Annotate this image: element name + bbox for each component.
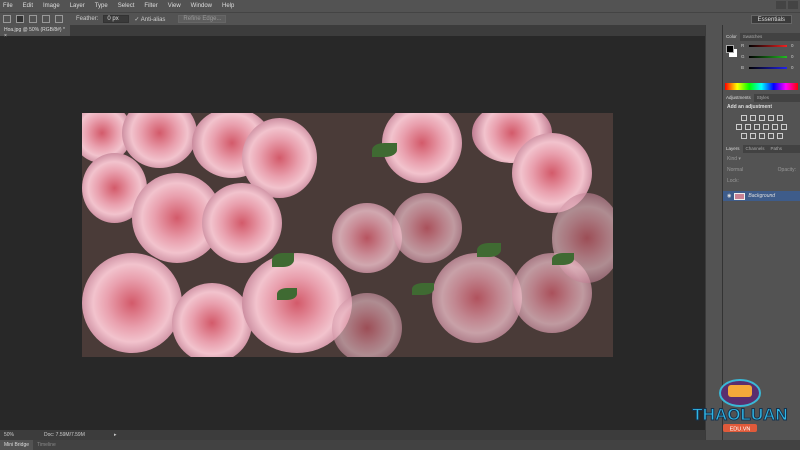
gradient-map-icon[interactable] — [767, 133, 774, 139]
document-tab[interactable]: Hoa.jpg @ 50% (RGB/8#) * × — [0, 25, 70, 39]
restore-button[interactable] — [788, 1, 798, 9]
vibrance-icon[interactable] — [776, 115, 783, 121]
menu-file[interactable]: File — [3, 3, 13, 9]
svg-text:EDU.VN: EDU.VN — [730, 427, 751, 433]
layer-name: Background — [748, 193, 776, 199]
menu-filter[interactable]: Filter — [144, 3, 157, 9]
selective-color-icon[interactable] — [776, 133, 783, 139]
antialias-checkbox[interactable]: ✓ Anti-alias — [134, 16, 165, 23]
add-selection-icon[interactable] — [29, 15, 37, 23]
status-arrow-icon[interactable]: ▸ — [114, 432, 117, 438]
threshold-icon[interactable] — [758, 133, 765, 139]
channel-r-label: R — [741, 43, 745, 48]
tab-layers[interactable]: Layers — [723, 145, 743, 153]
channel-b-label: B — [741, 65, 745, 70]
color-balance-icon[interactable] — [745, 124, 751, 130]
menu-window[interactable]: Window — [191, 3, 212, 9]
minimize-button[interactable] — [776, 1, 786, 9]
feather-input[interactable]: 0 px — [103, 15, 130, 23]
menu-bar: File Edit Image Layer Type Select Filter… — [0, 0, 800, 12]
color-panel-tabs: Color Swatches — [723, 33, 800, 41]
tab-mini-bridge[interactable]: Mini Bridge — [0, 440, 34, 450]
posterize-icon[interactable] — [749, 133, 756, 139]
feather-label: Feather: — [76, 16, 99, 22]
color-spectrum[interactable] — [725, 83, 798, 90]
black-white-icon[interactable] — [754, 124, 760, 130]
color-lookup-icon[interactable] — [781, 124, 787, 130]
adjustment-icons-row-2 — [723, 124, 800, 130]
g-slider[interactable] — [749, 56, 787, 58]
layers-tabs: Layers Channels Paths — [723, 145, 800, 153]
b-slider[interactable] — [749, 67, 787, 69]
channel-mixer-icon[interactable] — [772, 124, 778, 130]
r-slider[interactable] — [749, 45, 787, 47]
new-selection-icon[interactable] — [16, 15, 24, 23]
tab-swatches[interactable]: Swatches — [740, 33, 766, 41]
zoom-level[interactable]: 50% — [4, 432, 14, 438]
invert-icon[interactable] — [740, 133, 747, 139]
hue-saturation-icon[interactable] — [736, 124, 742, 130]
tab-channels[interactable]: Channels — [743, 145, 768, 153]
layer-thumbnail — [734, 192, 746, 200]
tab-paths[interactable]: Paths — [768, 145, 786, 153]
curves-icon[interactable] — [758, 115, 765, 121]
brightness-icon[interactable] — [740, 115, 747, 121]
menu-select[interactable]: Select — [118, 3, 135, 9]
refine-edge-button[interactable]: Refine Edge... — [178, 15, 227, 23]
doc-size[interactable]: Doc: 7.59M/7.59M — [44, 432, 104, 438]
exposure-icon[interactable] — [767, 115, 774, 121]
adjustment-icons-row-1 — [723, 115, 800, 121]
b-value[interactable]: 0 — [791, 65, 794, 70]
window-controls — [776, 1, 798, 9]
photo-filter-icon[interactable] — [763, 124, 769, 130]
blend-row: Normal Opacity: — [723, 165, 800, 175]
kind-label: Kind — [727, 156, 738, 162]
close-icon[interactable]: × — [4, 33, 7, 39]
menu-image[interactable]: Image — [43, 3, 60, 9]
tab-timeline[interactable]: Timeline — [33, 440, 60, 450]
menu-type[interactable]: Type — [95, 3, 108, 9]
g-value[interactable]: 0 — [791, 54, 794, 59]
status-bar: 50% Doc: 7.59M/7.59M ▸ — [0, 430, 705, 440]
adjustment-icons-row-3 — [723, 133, 800, 139]
foreground-color-swatch[interactable] — [726, 45, 734, 53]
options-bar: Feather: 0 px ✓ Anti-alias Refine Edge..… — [0, 12, 800, 25]
lock-label: Lock: — [727, 178, 739, 184]
adjustments-tabs: Adjustments Styles — [723, 94, 800, 102]
layer-row-background[interactable]: ◉ Background — [723, 191, 800, 201]
adjustments-heading: Add an adjustment — [727, 104, 773, 110]
marquee-tool-icon[interactable] — [3, 15, 11, 23]
workspace-switcher[interactable]: Essentials — [750, 15, 792, 24]
panel-dock-header — [723, 25, 800, 33]
menu-layer[interactable]: Layer — [70, 3, 85, 9]
subtract-selection-icon[interactable] — [42, 15, 50, 23]
document-canvas-image[interactable] — [82, 113, 613, 357]
color-panel: R G B 0 0 0 — [723, 41, 800, 79]
menu-edit[interactable]: Edit — [23, 3, 33, 9]
antialias-label: Anti-alias — [140, 16, 166, 23]
svg-text:THAOLUAN: THAOLUAN — [692, 405, 787, 424]
watermark-logo: THAOLUAN EDU.VN — [690, 375, 790, 435]
document-tab-bar: Hoa.jpg @ 50% (RGB/8#) * × — [0, 25, 705, 39]
levels-icon[interactable] — [749, 115, 756, 121]
opacity-label: Opacity: — [777, 167, 796, 173]
menu-help[interactable]: Help — [222, 3, 234, 9]
blend-mode-select[interactable]: Normal — [727, 167, 743, 173]
r-value[interactable]: 0 — [791, 43, 794, 48]
bottom-panel-tabs: Mini Bridge Timeline — [0, 440, 800, 450]
channel-g-label: G — [741, 54, 745, 59]
document-tab-title: Hoa.jpg @ 50% (RGB/8#) * — [4, 27, 65, 33]
tab-color[interactable]: Color — [723, 33, 740, 41]
layer-kind-filter[interactable]: Kind ▾ — [723, 153, 800, 165]
intersect-selection-icon[interactable] — [55, 15, 63, 23]
visibility-eye-icon[interactable]: ◉ — [727, 193, 731, 199]
tab-adjustments[interactable]: Adjustments — [723, 94, 754, 102]
menu-view[interactable]: View — [168, 3, 181, 9]
tab-styles[interactable]: Styles — [754, 94, 772, 102]
